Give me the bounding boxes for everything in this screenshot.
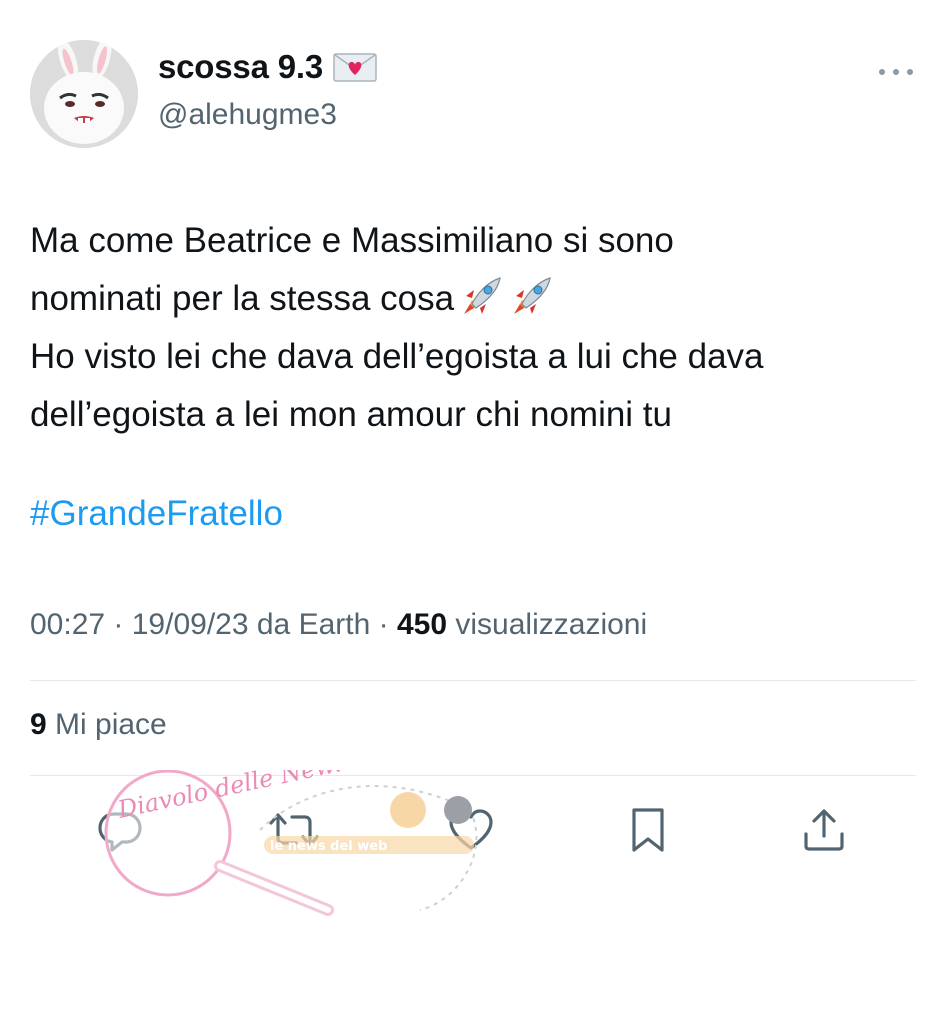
tweet-meta: 00:27 · 19/09/23 da Earth · 450 visualiz… bbox=[30, 608, 648, 641]
white-bunny-avatar-icon bbox=[30, 40, 138, 148]
likes-label: Mi piace bbox=[55, 708, 167, 741]
display-name[interactable]: scossa 9.3 bbox=[158, 48, 323, 86]
hashtag-link[interactable]: #GrandeFratello bbox=[30, 494, 283, 534]
tweet-text: Ma come Beatrice e Massimiliano si sono … bbox=[30, 212, 910, 444]
share-icon bbox=[804, 809, 844, 851]
tweet-source: Earth bbox=[298, 608, 371, 641]
avatar[interactable] bbox=[30, 40, 138, 148]
likes-stat[interactable]: 9 Mi piace bbox=[30, 708, 167, 742]
retweet-icon bbox=[269, 813, 319, 847]
tweet-line-with-emoji: nominati per la stessa cosa bbox=[30, 270, 910, 328]
views-count: 450 bbox=[396, 608, 448, 641]
divider bbox=[30, 680, 916, 681]
rocket-icon bbox=[458, 274, 504, 318]
tweet-line: Ho visto lei che dava dell’egoista a lui… bbox=[30, 337, 764, 376]
likes-count: 9 bbox=[30, 708, 47, 741]
like-button[interactable] bbox=[447, 806, 495, 854]
display-name-row[interactable]: scossa 9.3 bbox=[158, 48, 377, 86]
source-prefix: da bbox=[256, 608, 291, 641]
divider bbox=[30, 775, 916, 776]
rocket-icon bbox=[508, 274, 554, 318]
like-icon bbox=[449, 809, 493, 850]
tweet-line: dell’egoista a lei mon amour chi nomini … bbox=[30, 395, 672, 434]
views-label: visualizzazioni bbox=[455, 608, 648, 641]
bookmark-button[interactable] bbox=[624, 806, 672, 854]
reply-button[interactable] bbox=[96, 806, 144, 854]
love-letter-icon bbox=[333, 51, 377, 83]
tweet-time[interactable]: 00:27 bbox=[30, 608, 105, 641]
handle[interactable]: @alehugme3 bbox=[158, 98, 337, 132]
tweet-date[interactable]: 19/09/23 bbox=[132, 608, 249, 641]
reply-icon bbox=[98, 812, 142, 852]
share-button[interactable] bbox=[800, 806, 848, 854]
more-options-icon[interactable] bbox=[876, 62, 916, 82]
bookmark-icon bbox=[632, 808, 664, 852]
retweet-button[interactable] bbox=[268, 806, 319, 854]
tweet-line: nominati per la stessa cosa bbox=[30, 279, 455, 318]
tweet-line: Ma come Beatrice e Massimiliano si sono bbox=[30, 221, 674, 260]
